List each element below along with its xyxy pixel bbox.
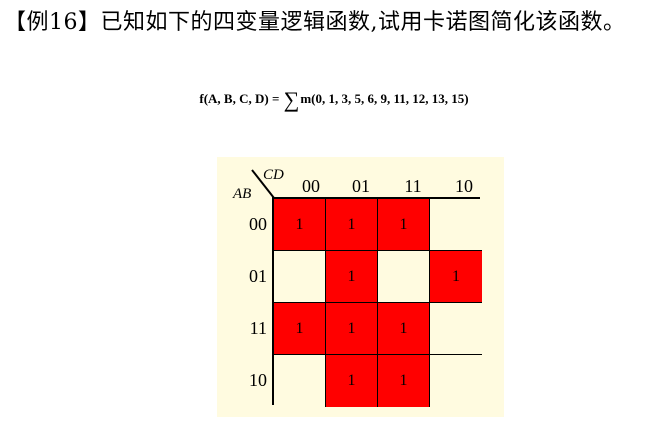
- row-label-10: 10: [249, 370, 267, 390]
- row-label-11: 11: [249, 318, 267, 338]
- kmap-cell-r3-c1: 1: [326, 355, 378, 407]
- kmap-cell-r0-c0: 1: [274, 199, 326, 251]
- kmap-cell-r3-c3: [430, 355, 482, 407]
- column-label-01: 01: [352, 176, 370, 196]
- column-variable-label: CD: [263, 167, 284, 183]
- kmap-cell-r2-c2: 1: [378, 303, 430, 355]
- kmap-cell-r1-c1: 1: [326, 251, 378, 303]
- row-label-00: 00: [249, 214, 267, 234]
- kmap-cell-r0-c3: [430, 199, 482, 251]
- kmap-cell-r2-c3: [430, 303, 482, 355]
- kmap-cell-r1-c3: 1: [430, 251, 482, 303]
- kmap-cell-r1-c2: [378, 251, 430, 303]
- column-label-00: 00: [302, 176, 320, 196]
- kmap-cell-r3-c0: [274, 355, 326, 407]
- kmap-cell-r3-c2: 1: [378, 355, 430, 407]
- kmap-cell-r0-c2: 1: [378, 199, 430, 251]
- row-label-01: 01: [249, 266, 267, 286]
- kmap-cell-r0-c1: 1: [326, 199, 378, 251]
- column-label-10: 10: [455, 176, 473, 196]
- kmap-cell-r2-c0: 1: [274, 303, 326, 355]
- karnaugh-map-grid: 1111111111: [272, 197, 482, 407]
- row-variable-label: AB: [233, 186, 252, 202]
- kmap-cell-r2-c1: 1: [326, 303, 378, 355]
- kmap-cell-r1-c0: [274, 251, 326, 303]
- column-label-11: 11: [404, 176, 422, 196]
